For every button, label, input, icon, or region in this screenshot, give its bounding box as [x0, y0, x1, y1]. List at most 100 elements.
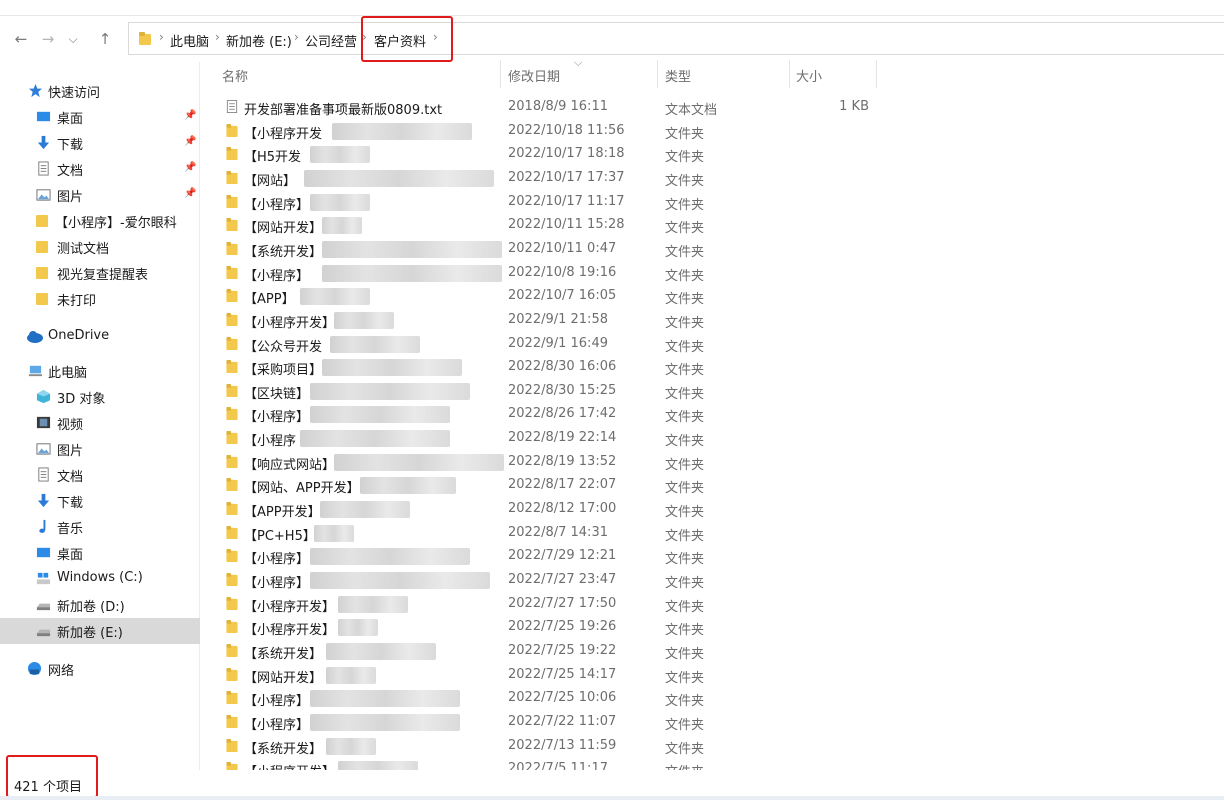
file-row-folder[interactable]: 【APP】 2022/10/7 16:05 文件夹: [214, 285, 894, 309]
file-name: 【小程序开发】: [244, 599, 336, 615]
column-divider[interactable]: [500, 60, 501, 88]
picture-icon: [36, 443, 51, 455]
text-file-icon: [226, 100, 238, 113]
file-row-folder[interactable]: 【小程序】 2022/7/27 23:47 文件夹: [214, 569, 894, 593]
sidebar-item-folder-unprinted[interactable]: 未打印: [0, 286, 200, 312]
sidebar-item-3d-objects[interactable]: 3D 对象: [0, 384, 200, 410]
file-row-folder[interactable]: 【网站、APP开发】 2022/8/17 22:07 文件夹: [214, 474, 894, 498]
file-row-folder[interactable]: 【网站开发】 2022/7/25 14:17 文件夹: [214, 664, 894, 688]
sidebar-network[interactable]: 网络: [0, 656, 200, 682]
sidebar-item-music[interactable]: 音乐: [0, 514, 200, 540]
sidebar-quick-access[interactable]: 快速访问: [0, 78, 200, 104]
file-row-folder[interactable]: 【网站】 2022/10/17 17:37 文件夹: [214, 167, 894, 191]
cloud-icon: [27, 331, 43, 343]
sidebar-label: 新加卷 (E:): [57, 626, 123, 641]
pin-icon: 📌: [184, 136, 197, 147]
file-date: 2018/8/9 16:11: [508, 99, 608, 114]
address-bar[interactable]: › 此电脑 › 新加卷 (E:) › 公司经营 › 客户资料 ›: [128, 22, 1224, 55]
file-row-folder[interactable]: 【小程序】 2022/7/29 12:21 文件夹: [214, 545, 894, 569]
file-date: 2022/7/25 14:17: [508, 666, 617, 682]
sidebar-label: 下载: [57, 496, 84, 511]
column-header-type[interactable]: 类型: [665, 66, 691, 85]
file-name: 【小程序开发: [244, 126, 323, 142]
file-row-folder[interactable]: 【小程序开发】 2022/7/5 11:17 文件夹: [214, 758, 894, 770]
folder-icon: [226, 147, 238, 161]
recent-locations-button[interactable]: ⌵: [62, 28, 84, 50]
column-header-name[interactable]: 名称: [222, 66, 248, 85]
file-date: 2022/10/7 16:05: [508, 288, 617, 304]
file-date: 2022/10/17 11:17: [508, 193, 625, 209]
sidebar-label: OneDrive: [48, 328, 110, 343]
redacted-text-mask: [310, 406, 450, 424]
file-row-folder[interactable]: 【小程序开发】 2022/7/25 19:26 文件夹: [214, 616, 894, 640]
folder-icon: [226, 194, 238, 208]
folder-icon: [226, 407, 238, 421]
file-row-text[interactable]: 开发部署准备事项最新版0809.txt 2018/8/9 16:11 文本文档 1 K…: [214, 96, 894, 120]
breadcrumb-company[interactable]: 公司经营: [305, 31, 357, 50]
back-button[interactable]: ←: [10, 28, 32, 50]
sidebar-label: Windows (C:): [57, 570, 143, 585]
file-row-folder[interactable]: 【PC+H5】 2022/8/7 14:31 文件夹: [214, 522, 894, 546]
file-date: 2022/7/25 19:26: [508, 619, 617, 635]
sidebar-item-drive-c[interactable]: Windows (C:): [0, 566, 200, 592]
sidebar-item-drive-e[interactable]: 新加卷 (E:): [0, 618, 200, 644]
column-header-date[interactable]: 修改日期: [508, 66, 560, 85]
file-row-folder[interactable]: 【小程序开发 2022/10/18 11:56 文件夹: [214, 120, 894, 144]
sidebar-item-pc-documents[interactable]: 文档: [0, 462, 200, 488]
sidebar-item-pc-desktop[interactable]: 桌面: [0, 540, 200, 566]
sidebar-item-downloads[interactable]: 下载 📌: [0, 130, 200, 156]
file-date: 2022/7/25 10:06: [508, 690, 617, 706]
sidebar-item-drive-d[interactable]: 新加卷 (D:): [0, 592, 200, 618]
star-icon: [28, 83, 43, 98]
file-row-folder[interactable]: 【APP开发】 2022/8/12 17:00 文件夹: [214, 498, 894, 522]
sidebar-item-videos[interactable]: 视频: [0, 410, 200, 436]
file-row-folder[interactable]: 【小程序】 2022/10/8 19:16 文件夹: [214, 262, 894, 286]
sidebar-item-desktop[interactable]: 桌面 📌: [0, 104, 200, 130]
file-row-folder[interactable]: 【响应式网站】 2022/8/19 13:52 文件夹: [214, 451, 894, 475]
sidebar-item-folder-review[interactable]: 视光复查提醒表: [0, 260, 200, 286]
file-name: 【网站、APP开发】: [244, 481, 360, 497]
pin-icon: 📌: [184, 110, 197, 121]
column-header-size[interactable]: 大小: [796, 66, 822, 85]
file-row-folder[interactable]: 【小程序】 2022/7/25 10:06 文件夹: [214, 687, 894, 711]
column-divider[interactable]: [657, 60, 658, 88]
file-row-folder[interactable]: 【小程序】 2022/7/22 11:07 文件夹: [214, 711, 894, 735]
file-row-folder[interactable]: 【系统开发】 2022/10/11 0:47 文件夹: [214, 238, 894, 262]
forward-button[interactable]: →: [37, 28, 59, 50]
sidebar-item-folder-test[interactable]: 测试文档: [0, 234, 200, 260]
sidebar-item-pictures[interactable]: 图片 📌: [0, 182, 200, 208]
file-type: 文件夹: [665, 599, 705, 615]
sidebar-label: 网络: [48, 664, 75, 679]
sidebar-this-pc[interactable]: 此电脑: [0, 358, 200, 384]
file-row-folder[interactable]: 【H5开发 2022/10/17 18:18 文件夹: [214, 143, 894, 167]
file-row-folder[interactable]: 【区块链】 2022/8/30 15:25 文件夹: [214, 380, 894, 404]
file-name: 【APP】: [244, 292, 295, 308]
file-date: 2022/7/27 23:47: [508, 572, 617, 587]
sidebar-item-pc-pictures[interactable]: 图片: [0, 436, 200, 462]
breadcrumb-drive-e[interactable]: 新加卷 (E:): [226, 31, 292, 50]
file-row-folder[interactable]: 【小程序】 2022/10/17 11:17 文件夹: [214, 191, 894, 215]
bottom-edge: [0, 796, 1224, 800]
file-row-folder[interactable]: 【系统开发】 2022/7/25 19:22 文件夹: [214, 640, 894, 664]
file-row-folder[interactable]: 【网站开发】 2022/10/11 15:28 文件夹: [214, 214, 894, 238]
sidebar-item-documents[interactable]: 文档 📌: [0, 156, 200, 182]
file-date: 2022/8/7 14:31: [508, 524, 608, 540]
file-row-folder[interactable]: 【系统开发】 2022/7/13 11:59 文件夹: [214, 735, 894, 759]
up-button[interactable]: ↑: [94, 28, 116, 50]
sidebar-onedrive[interactable]: OneDrive: [0, 324, 200, 350]
file-row-folder[interactable]: 【采购项目】 2022/8/30 16:06 文件夹: [214, 356, 894, 380]
sidebar-item-folder-aier[interactable]: 【小程序】-爱尔眼科: [0, 208, 200, 234]
file-row-folder[interactable]: 【小程序】 2022/8/26 17:42 文件夹: [214, 403, 894, 427]
column-divider[interactable]: [876, 60, 877, 88]
file-row-folder[interactable]: 【小程序 2022/8/19 22:14 文件夹: [214, 427, 894, 451]
network-icon: [27, 661, 42, 676]
file-row-folder[interactable]: 【小程序开发】 2022/7/27 17:50 文件夹: [214, 593, 894, 617]
file-name: 【小程序开发】: [244, 761, 335, 770]
sidebar-item-pc-downloads[interactable]: 下载: [0, 488, 200, 514]
breadcrumb-this-pc[interactable]: 此电脑: [170, 31, 209, 50]
file-row-folder[interactable]: 【小程序开发】 2022/9/1 21:58 文件夹: [214, 309, 894, 333]
file-row-folder[interactable]: 【公众号开发 2022/9/1 16:49 文件夹: [214, 333, 894, 357]
window-top-strip: [0, 0, 1224, 16]
column-divider[interactable]: [789, 60, 790, 88]
forward-arrow-icon: →: [41, 30, 55, 48]
